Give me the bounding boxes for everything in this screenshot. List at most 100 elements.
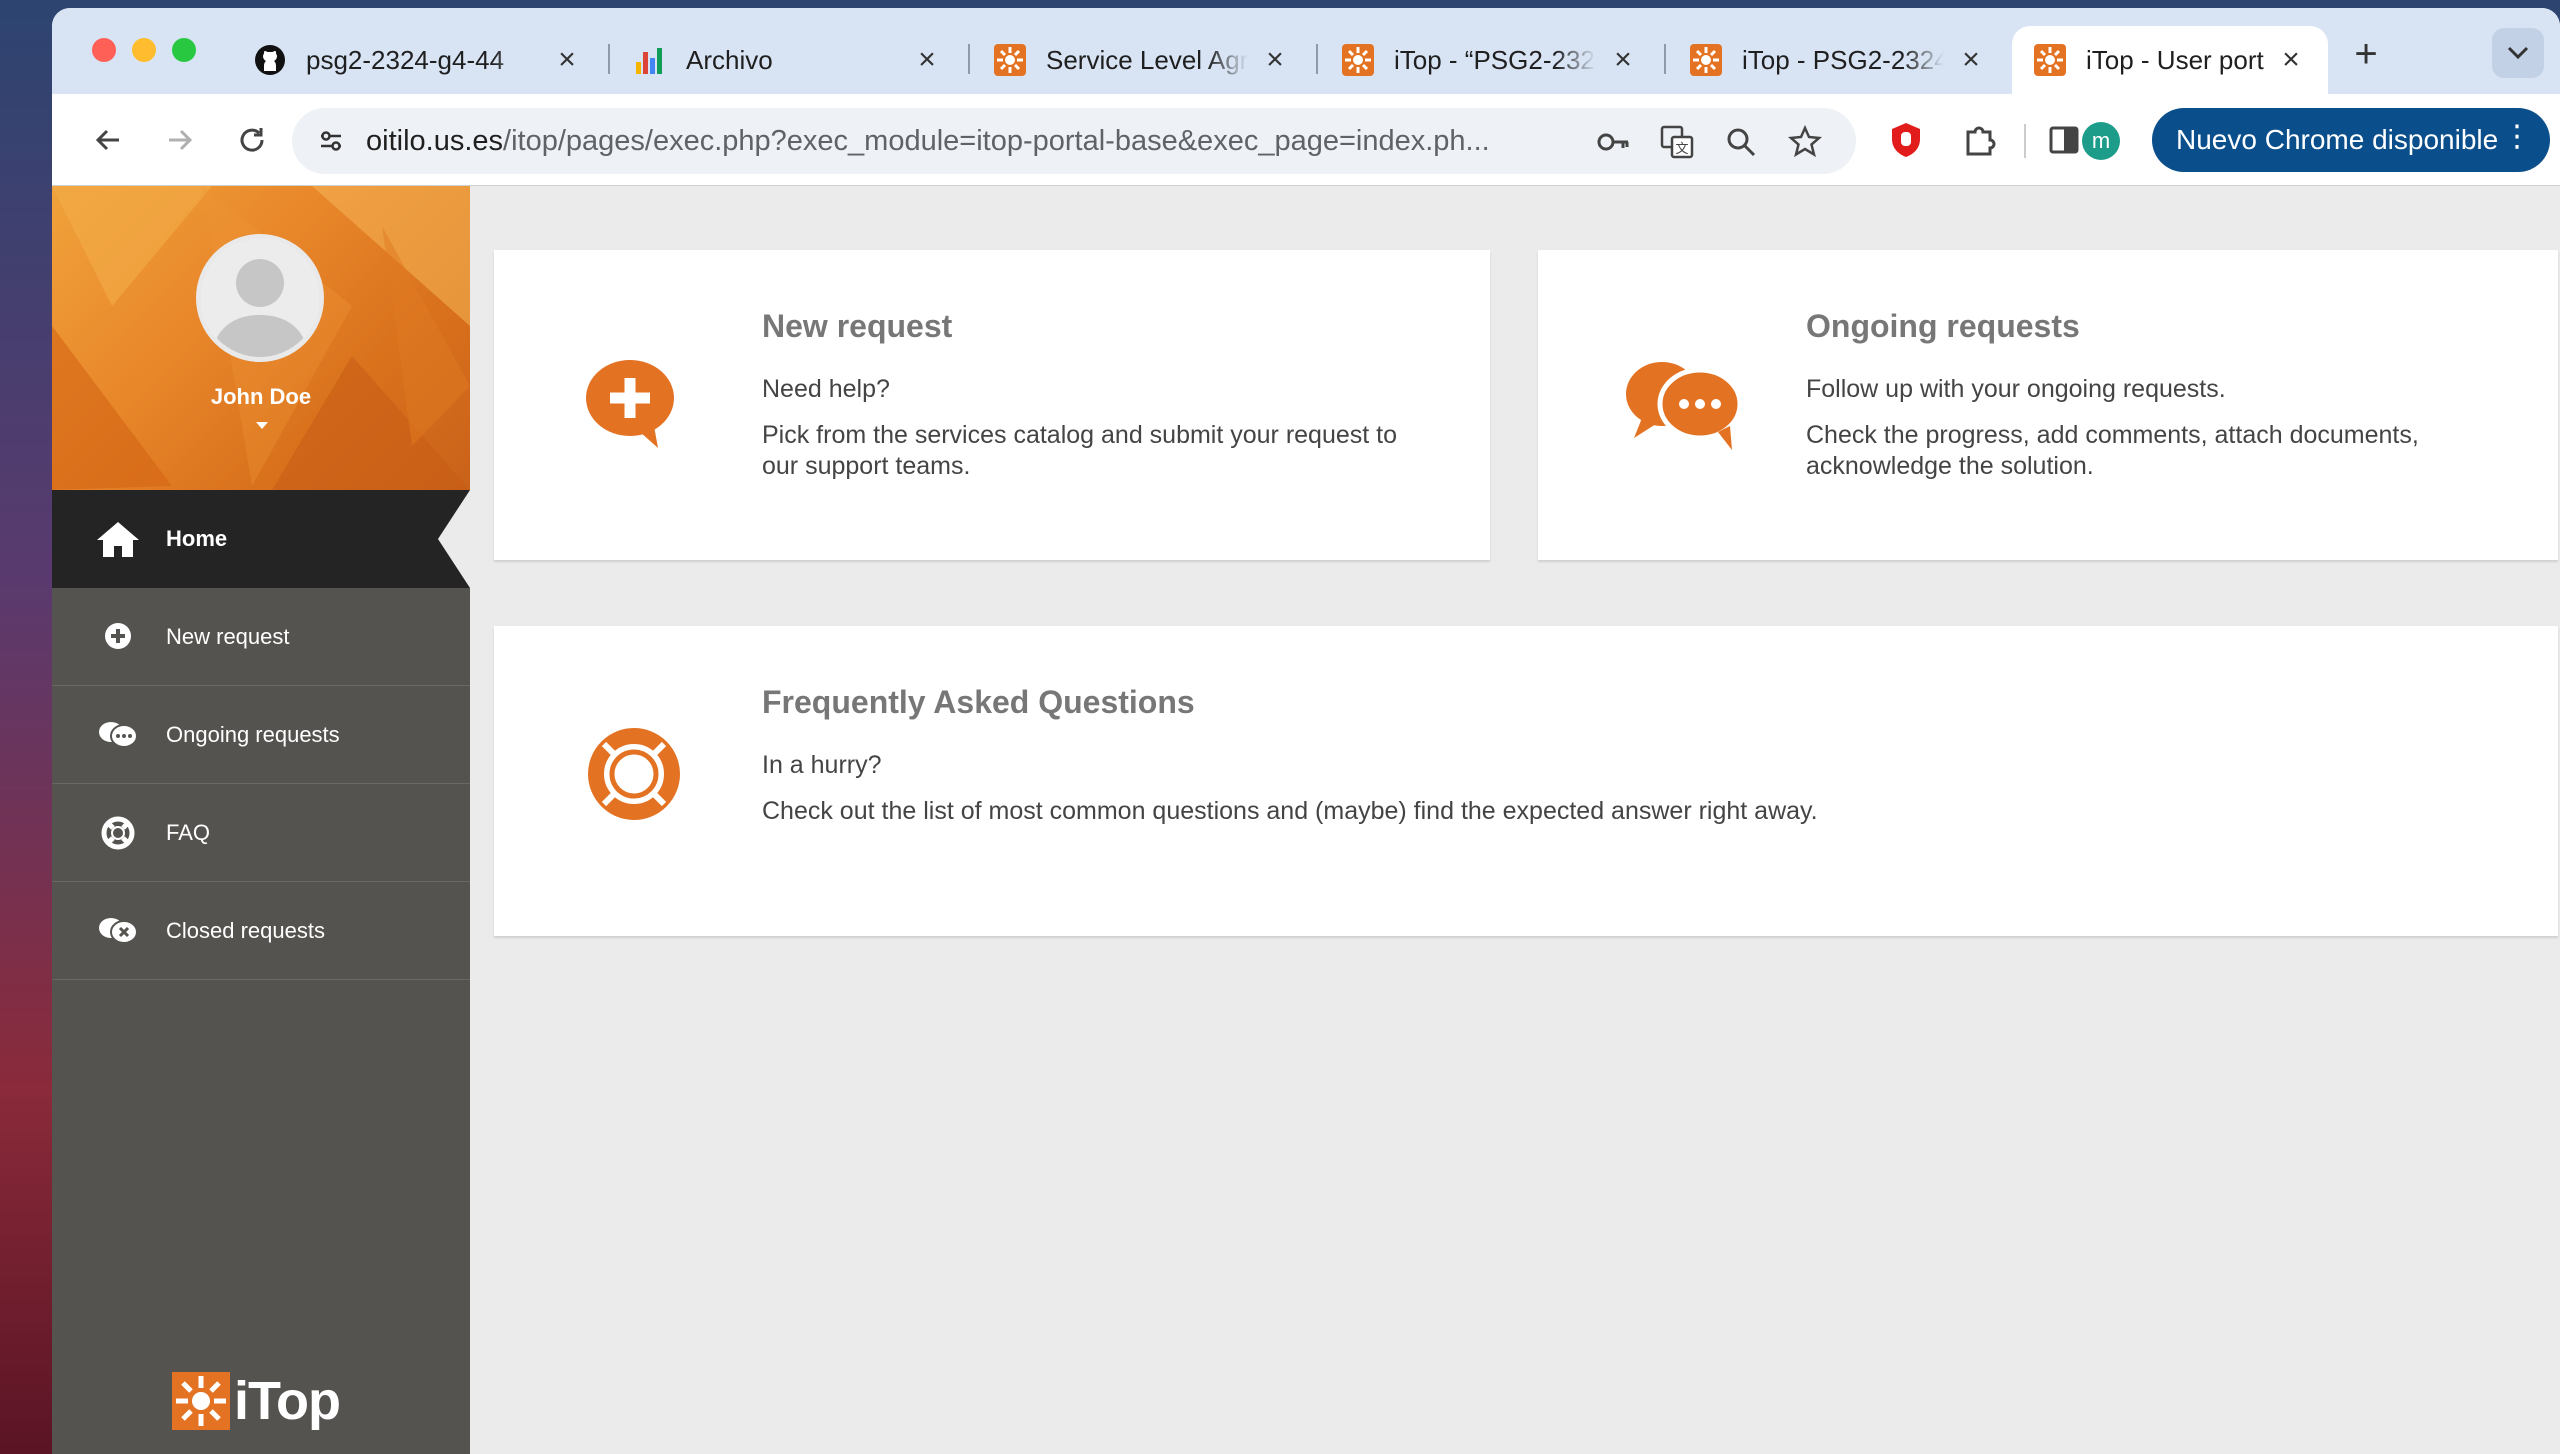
user-menu-caret-icon[interactable] (256, 422, 268, 429)
browser-window: psg2-2324-g4-44 × Archivo × Service Leve… (52, 8, 2560, 1454)
extensions-puzzle-icon[interactable] (1958, 118, 2002, 162)
card-subtitle: Follow up with your ongoing requests. (1806, 375, 2226, 403)
toolbar-separator (2024, 124, 2026, 158)
new-request-card[interactable]: New request Need help? Pick from the ser… (494, 250, 1490, 560)
home-icon (94, 519, 142, 559)
minimize-window-button[interactable] (132, 38, 156, 62)
itop-icon (1342, 44, 1374, 76)
card-subtitle: In a hurry? (762, 751, 882, 779)
menu-item-faq[interactable]: FAQ (52, 784, 470, 882)
tab-label: psg2-2324-g4-44 (306, 44, 505, 75)
tab-label: iTop - “PSG2-232 (1394, 44, 1595, 75)
url-host: oitilo.us.es (366, 125, 504, 157)
close-tab-icon[interactable]: × (2276, 43, 2306, 77)
card-title: New request (762, 308, 953, 344)
browser-toolbar: oitilo.us.es/itop/pages/exec.php?exec_mo… (52, 94, 2560, 186)
close-window-button[interactable] (92, 38, 116, 62)
close-tab-icon[interactable]: × (552, 43, 582, 77)
reload-button[interactable] (226, 114, 278, 166)
close-tab-icon[interactable]: × (1608, 43, 1638, 77)
chat-bubbles-icon (1626, 362, 1743, 450)
ongoing-requests-card[interactable]: Ongoing requests Follow up with your ong… (1538, 250, 2558, 560)
menu-item-label: FAQ (166, 819, 211, 845)
user-name[interactable]: John Doe (52, 384, 470, 410)
chat-closed-icon (94, 911, 142, 951)
tab-strip: psg2-2324-g4-44 × Archivo × Service Leve… (52, 8, 2560, 94)
side-panel-icon[interactable] (2042, 118, 2086, 162)
menu-item-new-request[interactable]: New request (52, 588, 470, 686)
itop-icon (1690, 44, 1722, 76)
chart-icon (634, 44, 666, 76)
close-tab-icon[interactable]: × (1956, 43, 1986, 77)
card-title: Frequently Asked Questions (762, 684, 1195, 720)
tab-label: Archivo (686, 44, 773, 75)
arrow-right-icon (169, 129, 193, 151)
url-path: /itop/pages/exec.php?exec_module=itop-po… (503, 125, 1490, 157)
default-user-icon (201, 239, 319, 357)
itop-icon (994, 44, 1026, 76)
faq-card[interactable]: Frequently Asked Questions In a hurry? C… (494, 626, 2558, 936)
card-description: Pick from the services catalog and submi… (762, 421, 1398, 480)
tab-itop-psg2-quoted[interactable]: iTop - “PSG2-232 × (1320, 26, 1660, 94)
chevron-down-icon (2507, 46, 2529, 60)
tab-itop-psg2[interactable]: iTop - PSG2-2324 × (1668, 26, 2008, 94)
card-description: Check the progress, add comments, attach… (1806, 421, 2419, 480)
menu-item-label: Home (166, 526, 228, 551)
site-settings-icon[interactable] (308, 118, 354, 164)
menu-item-home[interactable]: Home (52, 490, 470, 588)
tab-label: iTop - PSG2-2324 (1742, 44, 1944, 75)
address-bar[interactable]: oitilo.us.es/itop/pages/exec.php?exec_mo… (292, 108, 1856, 174)
kebab-menu-icon[interactable]: ⋮ (2502, 122, 2532, 152)
key-icon[interactable] (1596, 125, 1630, 159)
back-button[interactable] (82, 114, 134, 166)
avatar[interactable] (196, 234, 324, 362)
plus-circle-icon (94, 617, 142, 657)
window-controls (92, 38, 196, 62)
profile-avatar[interactable]: m (2082, 122, 2120, 160)
lifebuoy-icon (94, 813, 142, 853)
tab-user-portal[interactable]: iTop - User portal × (2012, 26, 2328, 94)
bookmark-star-icon[interactable] (1788, 125, 1822, 159)
menu-item-label: Ongoing requests (166, 721, 340, 747)
zoom-icon[interactable] (1724, 125, 1758, 159)
tab-separator (1664, 44, 1666, 74)
portal-main: New request Need help? Pick from the ser… (470, 186, 2560, 1454)
translate-icon[interactable]: 文 (1660, 125, 1694, 159)
tab-search-button[interactable] (2492, 28, 2544, 78)
svg-text:文: 文 (1675, 142, 1688, 157)
portal-menu: Home New request Ongoing requests FAQ Cl… (52, 490, 470, 980)
reload-icon (240, 128, 264, 152)
ublock-extension-icon[interactable] (1884, 118, 1928, 162)
chat-bubbles-icon (94, 715, 142, 755)
itop-logo-icon (172, 1372, 230, 1430)
chrome-update-button[interactable]: Nuevo Chrome disponible ⋮ (2152, 108, 2550, 172)
menu-item-label: Closed requests (166, 917, 325, 943)
github-icon (254, 44, 286, 76)
tab-separator (1316, 44, 1318, 74)
url-text: oitilo.us.es/itop/pages/exec.php?exec_mo… (366, 125, 1490, 158)
itop-logo: iTop (172, 1370, 341, 1432)
user-profile-panel: John Doe (52, 186, 470, 490)
tab-label: Service Level Agre (1046, 44, 1248, 75)
close-tab-icon[interactable]: × (1260, 43, 1290, 77)
tab-service-level[interactable]: Service Level Agre × (972, 26, 1312, 94)
menu-item-closed-requests[interactable]: Closed requests (52, 882, 470, 980)
lifebuoy-icon (588, 728, 680, 820)
tab-github[interactable]: psg2-2324-g4-44 × (232, 26, 604, 94)
arrow-left-icon (95, 129, 119, 151)
card-description: Check out the list of most common questi… (762, 797, 1818, 825)
card-subtitle: Need help? (762, 375, 890, 403)
maximize-window-button[interactable] (172, 38, 196, 62)
close-tab-icon[interactable]: × (912, 43, 942, 77)
tab-separator (608, 44, 610, 74)
portal-sidebar: John Doe Home New request Ongoing reques… (52, 186, 470, 1454)
card-title: Ongoing requests (1806, 308, 2080, 344)
tab-archivo[interactable]: Archivo × (612, 26, 964, 94)
itop-icon (2034, 44, 2066, 76)
update-label: Nuevo Chrome disponible (2176, 124, 2499, 155)
menu-item-ongoing-requests[interactable]: Ongoing requests (52, 686, 470, 784)
forward-button[interactable] (154, 114, 206, 166)
new-tab-button[interactable]: + (2342, 30, 2390, 78)
tab-separator (968, 44, 970, 74)
itop-logo-text: iTop (234, 1371, 341, 1431)
